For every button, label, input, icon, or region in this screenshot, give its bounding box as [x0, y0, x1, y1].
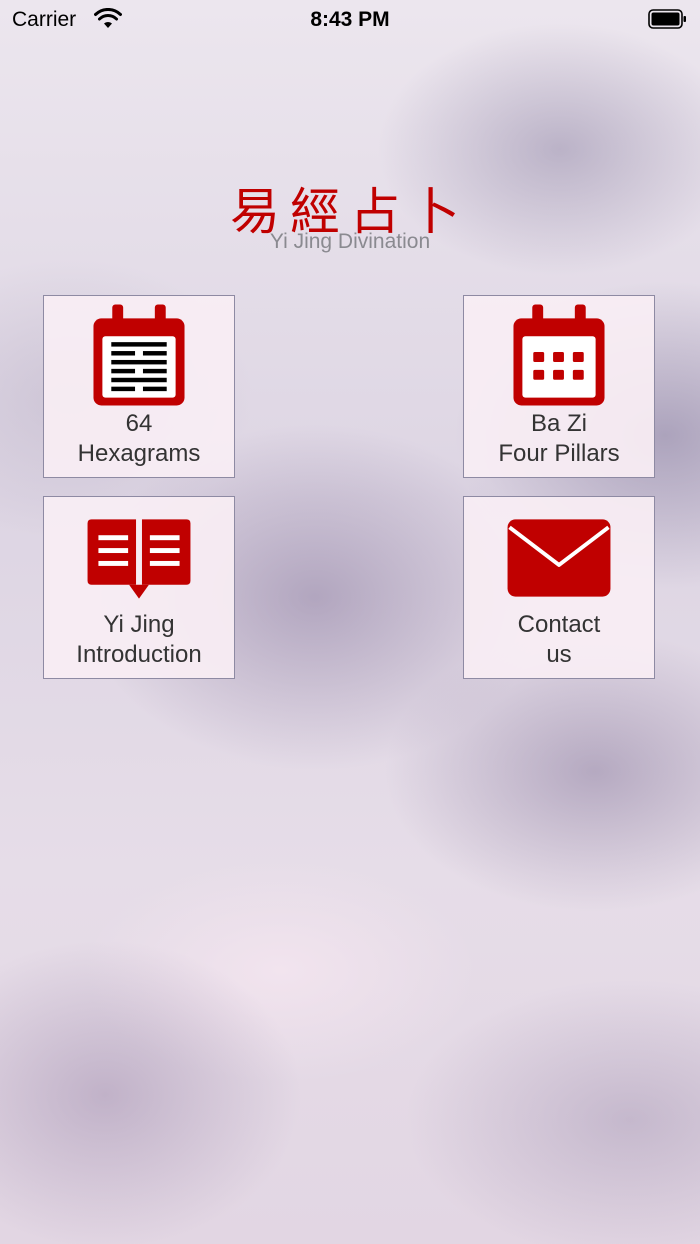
tile-label-line1: Yi Jing — [103, 611, 175, 638]
calendar-icon — [513, 304, 605, 406]
envelope-icon — [507, 519, 611, 597]
status-bar: Carrier 8:43 PM — [0, 0, 700, 40]
open-book-icon — [87, 519, 191, 599]
status-time: 8:43 PM — [310, 8, 390, 31]
tile-label-line1: Contact — [517, 611, 601, 638]
tile-label-line1: 64 — [125, 410, 153, 437]
app-title-english: Yi Jing Divination — [269, 230, 431, 253]
tile-label-line2: Introduction — [76, 641, 202, 668]
yijing-introduction-button[interactable]: Yi Jing Introduction — [43, 496, 235, 679]
tile-label-line2: Hexagrams — [77, 440, 201, 467]
tile-label-line2: Four Pillars — [498, 440, 620, 467]
bazi-four-pillars-button[interactable]: Ba Zi Four Pillars — [463, 295, 655, 478]
battery-icon — [648, 9, 686, 29]
hexagram-calendar-icon — [93, 304, 185, 406]
contact-us-button[interactable]: Contact us — [463, 496, 655, 679]
tile-label-line2: us — [546, 641, 572, 668]
tile-label-line1: Ba Zi — [530, 410, 587, 437]
hexagrams-button[interactable]: 64 Hexagrams — [43, 295, 235, 478]
